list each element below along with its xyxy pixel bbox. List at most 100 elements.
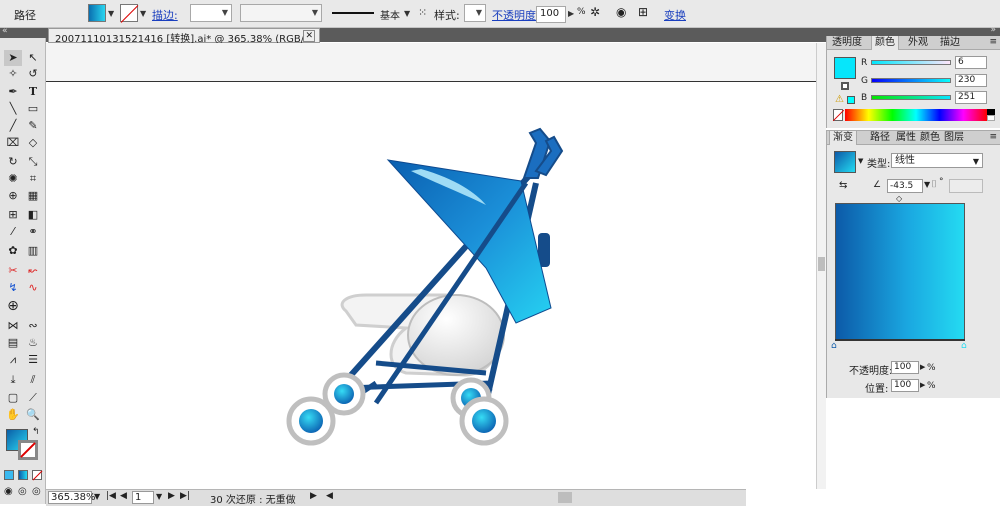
zoom-select[interactable]: 365.38%: [48, 491, 96, 504]
opacity-label-link[interactable]: 不透明度:: [492, 7, 540, 23]
distribute-icon[interactable]: ☰: [24, 352, 42, 368]
draw-behind-icon[interactable]: ◎: [18, 486, 27, 497]
mesh-tool-icon[interactable]: ⊞: [4, 207, 22, 223]
tab-appearance[interactable]: 外观: [905, 36, 931, 50]
selection-tool-icon[interactable]: ➤: [4, 50, 22, 66]
prev-page-icon[interactable]: ◀: [120, 491, 127, 501]
draw-normal-icon[interactable]: ◉: [4, 486, 13, 497]
vertical-scrollbar[interactable]: [816, 43, 826, 489]
gradient-tool-icon[interactable]: ◧: [24, 207, 42, 223]
color-spectrum[interactable]: [845, 109, 987, 121]
globe-icon[interactable]: ◉: [616, 5, 626, 19]
warp-shape-icon[interactable]: ∾: [24, 318, 42, 334]
stroke-color-swatch[interactable]: [120, 4, 138, 22]
scroll-left-icon[interactable]: ◀: [326, 491, 333, 501]
brush-definition-select[interactable]: 基本 ▼: [328, 4, 412, 22]
twirl-tool-icon[interactable]: ♨: [24, 335, 42, 351]
value-r[interactable]: 6: [955, 56, 987, 69]
column-graph-icon[interactable]: ▥: [24, 243, 42, 259]
stroke-label-link[interactable]: 描边:: [152, 7, 178, 23]
pen-tool-icon[interactable]: ✒: [4, 84, 22, 100]
slider-b[interactable]: [871, 95, 951, 100]
blob-brush-icon[interactable]: ⌧: [4, 135, 22, 151]
scroll-thumb[interactable]: [818, 257, 825, 271]
symbol-sprayer-icon[interactable]: ✿: [4, 243, 22, 259]
swap-colors-icon[interactable]: ↰: [32, 427, 40, 437]
gradient-mode-icon[interactable]: [18, 470, 28, 480]
knife-tool-icon[interactable]: ⤓: [4, 372, 22, 388]
envelope-tool-icon[interactable]: ⋈: [4, 318, 22, 334]
stroller-artwork[interactable]: [46, 43, 816, 489]
knife-icon[interactable]: ⟋: [24, 390, 42, 406]
lasso-icon[interactable]: ↺: [24, 66, 42, 82]
chevron-down-icon[interactable]: ▼: [94, 492, 100, 501]
horizontal-scroll-thumb[interactable]: [558, 492, 572, 503]
white-swatch[interactable]: [987, 115, 995, 121]
variable-width-select[interactable]: ▼: [240, 4, 322, 22]
current-color-swatch[interactable]: [834, 57, 856, 79]
hand-tool-icon[interactable]: ✋: [4, 407, 22, 423]
gradient-bar[interactable]: [835, 339, 965, 341]
tab-color-2[interactable]: 颜色: [917, 131, 943, 145]
artboard-canvas[interactable]: [46, 43, 816, 489]
line-tool-icon[interactable]: ╲: [4, 101, 22, 117]
reverse-gradient-icon[interactable]: ⇆: [839, 180, 847, 191]
rotate-tool-icon[interactable]: ↻: [4, 154, 22, 170]
color-mode-fill-icon[interactable]: [4, 470, 14, 480]
last-page-icon[interactable]: ▶|: [180, 491, 190, 501]
angle-dropdown-icon[interactable]: ▼: [924, 180, 930, 189]
scale-tool-icon[interactable]: ⤡: [24, 154, 42, 170]
midpoint-diamond-icon[interactable]: ◇: [896, 194, 902, 203]
gradient-stop-end[interactable]: ⌂: [961, 341, 967, 351]
tab-layers[interactable]: 图层: [941, 131, 967, 145]
collapse-icon[interactable]: »: [990, 25, 996, 35]
transform-link[interactable]: 变换: [664, 7, 686, 23]
aspect-ratio-input[interactable]: [949, 179, 983, 193]
value-b[interactable]: 251: [955, 91, 987, 104]
gradient-thumbnail[interactable]: [834, 151, 856, 173]
collapse-icon[interactable]: «: [2, 26, 8, 36]
chevron-down-icon[interactable]: ▼: [858, 157, 863, 165]
warp-tool-icon[interactable]: ✺: [4, 171, 22, 187]
eraser-icon[interactable]: ◇: [24, 135, 42, 151]
tab-transparency[interactable]: 透明度: [829, 36, 865, 50]
eyedropper-icon[interactable]: ⁄: [4, 224, 22, 240]
web-safe-swatch[interactable]: [847, 96, 855, 104]
stroke-dropdown-icon[interactable]: ▼: [140, 9, 146, 18]
page-select[interactable]: 1: [132, 491, 154, 504]
stroke-weight-select[interactable]: ▼: [190, 4, 232, 22]
angle-input[interactable]: -43.5: [887, 179, 923, 193]
graphic-style-select[interactable]: ▼: [464, 4, 486, 22]
fill-dropdown-icon[interactable]: ▼: [108, 9, 114, 18]
arrange-icon[interactable]: ⁙: [418, 6, 427, 19]
paintbrush-icon[interactable]: ╱: [4, 118, 22, 134]
none-color-box[interactable]: [832, 109, 845, 122]
aspect-ratio-icon[interactable]: ⌷: [931, 179, 937, 190]
panel-menu-icon[interactable]: ≡: [989, 132, 997, 142]
grid-tool-icon[interactable]: ▤: [4, 335, 22, 351]
none-mode-icon[interactable]: [32, 470, 43, 481]
free-transform-icon[interactable]: ⌗: [24, 171, 42, 187]
opacity-dropdown-icon[interactable]: ▶: [568, 9, 574, 18]
slider-r[interactable]: [871, 60, 951, 65]
blend-tool-icon[interactable]: ⚭: [24, 224, 42, 240]
next-page-icon[interactable]: ▶: [168, 491, 175, 501]
slice-tool-icon[interactable]: ↜: [24, 263, 42, 279]
tab-stroke[interactable]: 描边: [937, 36, 963, 50]
tab-color[interactable]: 颜色: [871, 36, 899, 50]
align-select-icon[interactable]: ⊞: [638, 5, 648, 19]
gradient-preview[interactable]: [835, 203, 965, 341]
draw-inside-icon[interactable]: ◎: [32, 486, 41, 497]
stroke-swatch-small[interactable]: [841, 82, 849, 90]
wave-tool-icon[interactable]: ∿: [24, 280, 42, 296]
scissors-icon[interactable]: ⫽: [24, 372, 42, 388]
tab-gradient[interactable]: 渐变: [829, 131, 857, 145]
type-tool-icon[interactable]: T: [24, 84, 42, 100]
stroke-box[interactable]: [18, 440, 38, 460]
shape-builder-icon[interactable]: ⊕: [4, 188, 22, 204]
perspective-grid-icon[interactable]: ▦: [24, 188, 42, 204]
gradient-stop-start[interactable]: ⌂: [831, 341, 837, 351]
pencil-icon[interactable]: ✎: [24, 118, 42, 134]
value-g[interactable]: 230: [955, 74, 987, 87]
tab-attributes[interactable]: 属性: [893, 131, 919, 145]
